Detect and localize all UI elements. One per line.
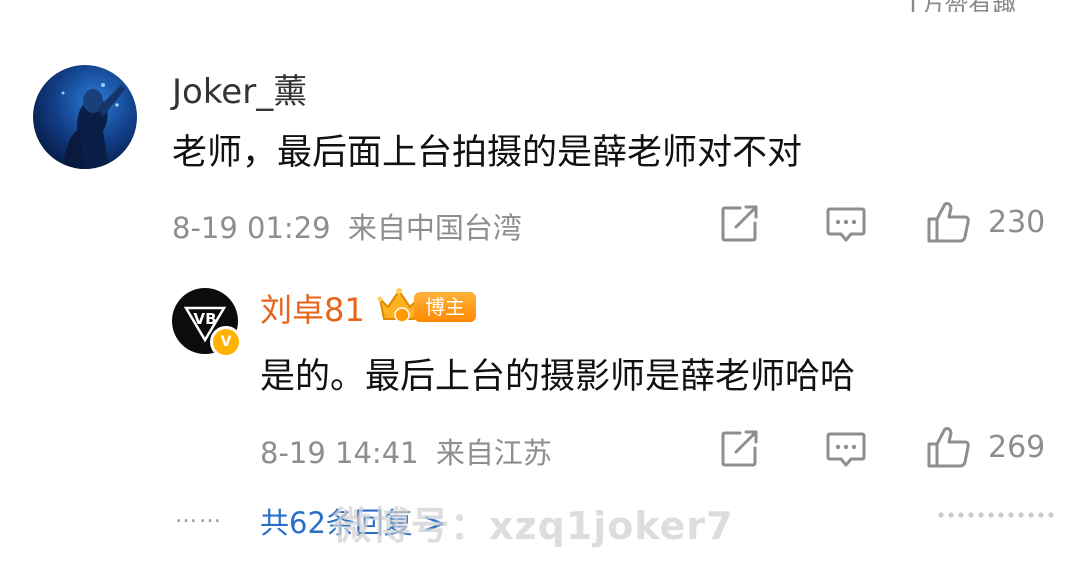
reply-meta: 8-19 14:41 来自江苏 bbox=[260, 430, 552, 472]
like-icon bbox=[927, 427, 970, 468]
share-icon bbox=[721, 205, 758, 242]
comment-time: 8-19 01:29 bbox=[172, 211, 331, 245]
comment-text: 老师，最后面上台拍摄的是薛老师对不对 bbox=[172, 133, 803, 173]
avatar-image bbox=[61, 83, 125, 169]
share-button[interactable] bbox=[718, 204, 762, 244]
share-icon bbox=[721, 430, 758, 467]
like-button[interactable]: 230 bbox=[926, 200, 1045, 244]
commenter-avatar[interactable] bbox=[33, 65, 137, 169]
top-partial-text: 1万赞有趣 bbox=[905, 0, 1055, 12]
verified-icon: V bbox=[210, 326, 242, 358]
replier-username[interactable]: 刘卓81 bbox=[260, 285, 365, 331]
reply-time: 8-19 14:41 bbox=[260, 436, 419, 470]
like-count: 230 bbox=[988, 204, 1046, 240]
decorative-dots bbox=[936, 508, 1056, 522]
like-icon bbox=[927, 202, 970, 243]
reply-like-count: 269 bbox=[988, 429, 1046, 465]
blogger-badge: 博主 bbox=[414, 292, 476, 322]
reply-location: 来自江苏 bbox=[435, 436, 552, 470]
reply-share-button[interactable] bbox=[718, 429, 762, 469]
reply-text: 是的。最后上台的摄影师是薛老师哈哈 bbox=[260, 357, 856, 397]
comment-meta: 8-19 01:29 来自中国台湾 bbox=[172, 205, 522, 247]
comment-button[interactable] bbox=[824, 205, 868, 245]
watermark: 微博号：xzq1joker7 bbox=[333, 504, 734, 548]
comment-icon bbox=[826, 432, 866, 467]
comment-icon bbox=[826, 207, 866, 242]
thread-dots: …… bbox=[175, 503, 223, 528]
reply-comment-button[interactable] bbox=[824, 430, 868, 470]
commenter-username[interactable]: Joker_薰 bbox=[172, 64, 307, 113]
replier-avatar[interactable]: VB V bbox=[172, 288, 242, 358]
svg-text:VB: VB bbox=[193, 310, 216, 328]
reply-like-button[interactable]: 269 bbox=[926, 425, 1045, 469]
comment-location: 来自中国台湾 bbox=[347, 211, 522, 245]
